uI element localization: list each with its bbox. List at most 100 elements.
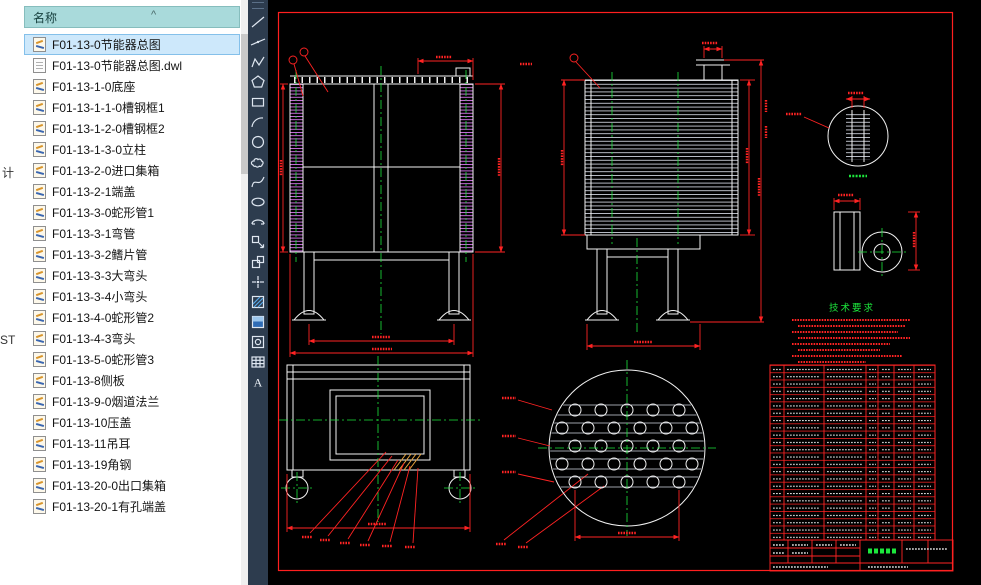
file-name: F01-13-3-0蛇形管1 xyxy=(52,206,155,220)
dwg-file-icon xyxy=(33,268,46,283)
file-item[interactable]: F01-13-1-2-0槽钢框2 xyxy=(24,118,240,139)
tool-table-button[interactable] xyxy=(248,352,268,372)
dwg-file-icon xyxy=(33,457,46,472)
revision-cloud-icon xyxy=(250,158,264,168)
file-item[interactable]: F01-13-0节能器总图.dwl xyxy=(24,55,240,76)
tool-ellipse-button[interactable] xyxy=(248,192,268,212)
side-view xyxy=(560,41,768,350)
file-name: F01-13-10压盖 xyxy=(52,416,132,430)
dwg-file-icon xyxy=(33,205,46,220)
name-column-header[interactable]: 名称 ^ xyxy=(24,6,240,28)
file-name: F01-13-8侧板 xyxy=(52,374,125,388)
dwg-file-icon xyxy=(33,100,46,115)
sort-ascending-caret-icon: ^ xyxy=(151,9,157,21)
file-name: F01-13-2-0进口集箱 xyxy=(52,164,160,178)
tool-circle-button[interactable] xyxy=(248,132,268,152)
toolbar-grip[interactable] xyxy=(252,2,264,9)
file-item[interactable]: F01-13-2-0进口集箱 xyxy=(24,160,240,181)
explorer-scrollbar[interactable] xyxy=(241,0,248,585)
file-name: F01-13-3-2鳍片管 xyxy=(52,248,148,262)
file-name: F01-13-1-0底座 xyxy=(52,80,136,94)
dwg-file-icon xyxy=(33,163,46,178)
file-item[interactable]: F01-13-3-0蛇形管1 xyxy=(24,202,240,223)
polyline-icon xyxy=(251,56,265,68)
file-item[interactable]: F01-13-20-1有孔端盖 xyxy=(24,496,240,517)
dwg-file-icon xyxy=(33,142,46,157)
dwg-file-icon xyxy=(33,79,46,94)
file-name: F01-13-0节能器总图 xyxy=(52,38,161,52)
tech-requirements: 技术要求 xyxy=(792,302,910,363)
file-name: F01-13-20-1有孔端盖 xyxy=(52,500,167,514)
name-column-label: 名称 xyxy=(33,10,58,25)
file-item[interactable]: F01-13-4-3弯头 xyxy=(24,328,240,349)
file-name: F01-13-0节能器总图.dwl xyxy=(52,59,183,73)
hatch-icon xyxy=(251,295,265,309)
tube-bank-detail xyxy=(502,360,716,541)
tool-insert-block-button[interactable] xyxy=(248,232,268,252)
file-item[interactable]: F01-13-19角钢 xyxy=(24,454,240,475)
tool-polygon-button[interactable] xyxy=(248,72,268,92)
polygon-icon xyxy=(251,75,265,88)
file-name: F01-13-1-2-0槽钢框2 xyxy=(52,122,165,136)
file-item[interactable]: F01-13-0节能器总图 xyxy=(24,34,240,55)
file-item[interactable]: F01-13-8侧板 xyxy=(24,370,240,391)
dwg-file-icon xyxy=(33,289,46,304)
insert-block-icon xyxy=(251,235,265,249)
tool-spline-button[interactable] xyxy=(248,172,268,192)
dwg-file-icon xyxy=(33,436,46,451)
parts-table xyxy=(769,364,936,541)
file-item[interactable]: F01-13-3-2鳍片管 xyxy=(24,244,240,265)
tool-point-button[interactable] xyxy=(248,272,268,292)
file-name: F01-13-5-0蛇形管3 xyxy=(52,353,155,367)
tool-construction-line-button[interactable] xyxy=(248,32,268,52)
file-name: F01-13-4-0蛇形管2 xyxy=(52,311,155,325)
dwg-file-icon xyxy=(33,226,46,241)
file-item[interactable]: F01-13-2-1端盖 xyxy=(24,181,240,202)
tool-hatch-button[interactable] xyxy=(248,292,268,312)
file-item[interactable]: F01-13-3-3大弯头 xyxy=(24,265,240,286)
tool-revision-cloud-button[interactable] xyxy=(248,152,268,172)
file-item[interactable]: F01-13-5-0蛇形管3 xyxy=(24,349,240,370)
tool-ellipse-arc-button[interactable] xyxy=(248,212,268,232)
file-name: F01-13-3-3大弯头 xyxy=(52,269,148,283)
file-item[interactable]: F01-13-20-0出口集箱 xyxy=(24,475,240,496)
file-item[interactable]: F01-13-1-1-0槽钢框1 xyxy=(24,97,240,118)
file-item[interactable]: F01-13-1-0底座 xyxy=(24,76,240,97)
dwg-file-icon xyxy=(33,394,46,409)
dwg-file-icon xyxy=(33,37,46,52)
tool-gradient-button[interactable] xyxy=(248,312,268,332)
tool-make-block-button[interactable] xyxy=(248,252,268,272)
file-name: F01-13-1-3-0立柱 xyxy=(52,143,147,157)
tool-rectangle-button[interactable] xyxy=(248,92,268,112)
tool-arc-button[interactable] xyxy=(248,112,268,132)
file-name: F01-13-3-4小弯头 xyxy=(52,290,148,304)
tool-mtext-button[interactable]: A xyxy=(248,372,268,392)
draw-toolbar: A xyxy=(248,0,268,585)
weld-hatch-detail xyxy=(393,453,422,471)
file-list: F01-13-0节能器总图 F01-13-0节能器总图.dwl F01-13-1… xyxy=(24,34,240,517)
tree-fragment-text: 计 xyxy=(2,166,15,180)
make-block-icon xyxy=(251,255,265,269)
dwg-file-icon xyxy=(33,310,46,325)
spline-icon xyxy=(251,176,265,188)
file-name: F01-13-20-0出口集箱 xyxy=(52,479,167,493)
file-item[interactable]: F01-13-1-3-0立柱 xyxy=(24,139,240,160)
file-item[interactable]: F01-13-3-4小弯头 xyxy=(24,286,240,307)
rectangle-icon xyxy=(251,97,265,107)
file-item[interactable]: F01-13-3-1弯管 xyxy=(24,223,240,244)
tool-polyline-button[interactable] xyxy=(248,52,268,72)
tool-region-button[interactable] xyxy=(248,332,268,352)
dwg-file-icon xyxy=(33,373,46,388)
cad-viewport[interactable]: 技术要求 xyxy=(268,0,981,585)
dwg-file-icon xyxy=(33,184,46,199)
application-window: 计 ST 名称 ^ F01-13-0节能器总图 F01-13-0节能器总图.dw… xyxy=(0,0,981,585)
file-name: F01-13-11吊耳 xyxy=(52,437,131,451)
dwg-file-icon xyxy=(33,478,46,493)
file-item[interactable]: F01-13-10压盖 xyxy=(24,412,240,433)
file-item[interactable]: F01-13-4-0蛇形管2 xyxy=(24,307,240,328)
explorer-scrollbar-thumb[interactable] xyxy=(241,34,248,174)
tool-line-button[interactable] xyxy=(248,12,268,32)
file-item[interactable]: F01-13-11吊耳 xyxy=(24,433,240,454)
file-item[interactable]: F01-13-9-0烟道法兰 xyxy=(24,391,240,412)
cad-drawing: 技术要求 xyxy=(277,11,954,572)
